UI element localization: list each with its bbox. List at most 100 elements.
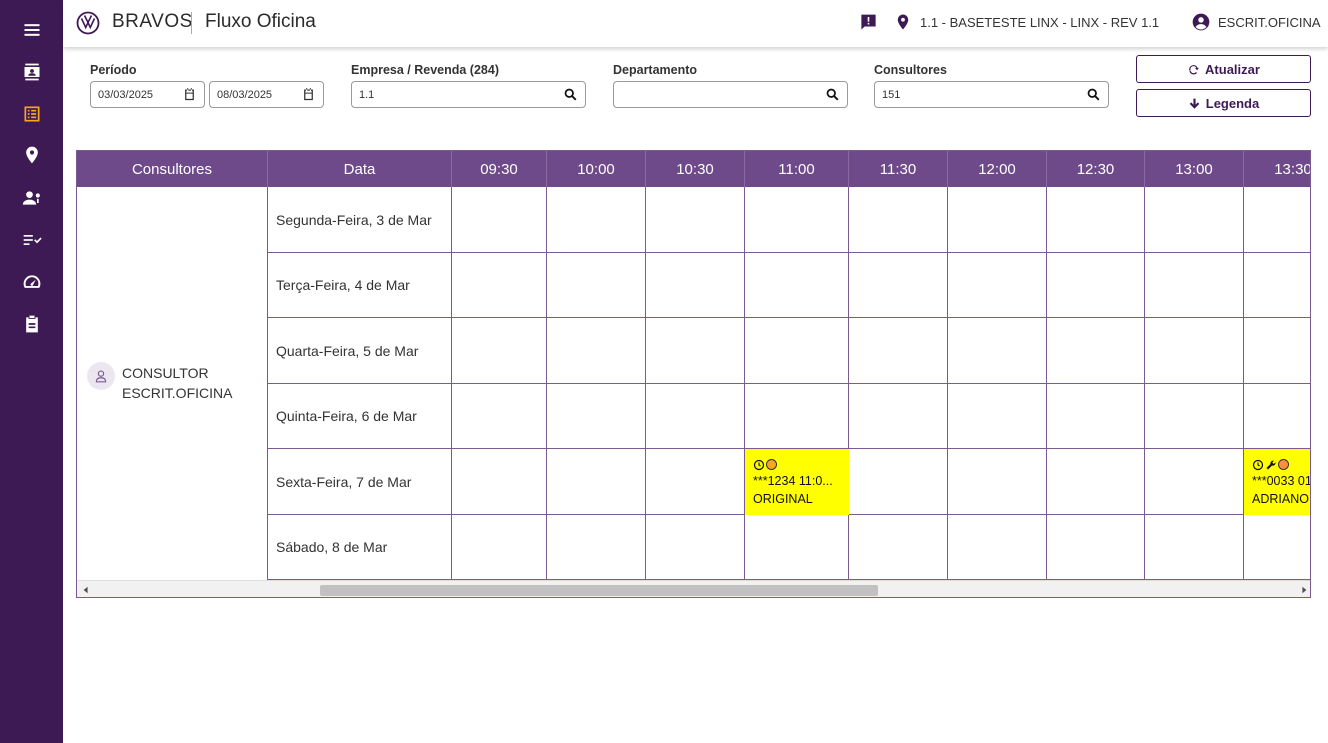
refresh-icon	[1189, 64, 1199, 74]
time-slot-cell[interactable]	[1145, 253, 1244, 318]
appointment-card[interactable]: ***1234 11:0... ORIGINAL	[745, 449, 849, 515]
date-to-field[interactable]: 08/03/2025	[209, 81, 324, 108]
time-slot-cell[interactable]	[849, 187, 948, 253]
scrollbar-thumb[interactable]	[320, 585, 878, 596]
header-time: 13:30	[1244, 151, 1310, 187]
feedback-icon[interactable]	[859, 13, 878, 32]
time-slot-cell[interactable]	[948, 384, 1047, 449]
time-slot-cell[interactable]	[745, 515, 849, 580]
atualizar-button[interactable]: Atualizar	[1136, 55, 1311, 83]
time-slot-cell[interactable]	[948, 449, 1047, 515]
scroll-left-icon[interactable]	[82, 586, 90, 594]
scroll-right-icon[interactable]	[1300, 586, 1308, 594]
time-slot-cell[interactable]	[745, 384, 849, 449]
time-slot-cell[interactable]	[1244, 384, 1310, 449]
time-slot-cell[interactable]	[1047, 384, 1145, 449]
time-slot-cell[interactable]	[547, 318, 646, 384]
time-slot-cell[interactable]	[1145, 318, 1244, 384]
time-slot-cell[interactable]	[547, 515, 646, 580]
consultores-field[interactable]: 151	[874, 81, 1109, 108]
time-slot-cell[interactable]	[547, 253, 646, 318]
horizontal-scrollbar[interactable]	[77, 580, 1310, 597]
header-consultores[interactable]: Consultores	[77, 151, 268, 187]
checklist-icon[interactable]	[20, 228, 44, 252]
time-slot-cell[interactable]	[948, 515, 1047, 580]
search-icon[interactable]	[563, 87, 578, 102]
time-slot-cell[interactable]	[452, 384, 547, 449]
time-slot-cell[interactable]	[849, 318, 948, 384]
time-slot-cell[interactable]	[1047, 187, 1145, 253]
legenda-button[interactable]: Legenda	[1136, 89, 1311, 117]
empresa-label: Empresa / Revenda (284)	[351, 63, 499, 77]
time-slot-cell[interactable]	[745, 318, 849, 384]
time-slot-cell[interactable]	[745, 253, 849, 318]
consultant-name-line1: CONSULTOR	[122, 365, 209, 381]
time-slot-cell[interactable]	[1047, 449, 1145, 515]
time-slot-cell[interactable]	[1244, 187, 1310, 253]
search-icon[interactable]	[825, 87, 840, 102]
appointment-card[interactable]: ***0033 01 ADRIANO	[1244, 449, 1311, 515]
clipboard-icon[interactable]	[20, 312, 44, 336]
time-slot-cell[interactable]	[452, 187, 547, 253]
time-slot-cell[interactable]	[547, 449, 646, 515]
schedule-row: Quinta-Feira, 6 de Mar	[268, 384, 1310, 449]
empresa-field[interactable]: 1.1	[351, 81, 586, 108]
location-text[interactable]: 1.1 - BASETESTE LINX - LINX - REV 1.1	[920, 15, 1159, 30]
time-slot-cell[interactable]	[452, 449, 547, 515]
time-slot-cell[interactable]	[1244, 318, 1310, 384]
calendar-icon[interactable]	[182, 87, 197, 102]
time-slot-cell[interactable]	[452, 253, 547, 318]
time-slot-cell[interactable]	[646, 318, 745, 384]
clock-icon	[753, 459, 765, 470]
contact-card-icon[interactable]	[20, 60, 44, 84]
time-slot-cell[interactable]	[849, 253, 948, 318]
time-slot-cell[interactable]	[948, 253, 1047, 318]
time-slot-cell[interactable]	[646, 384, 745, 449]
speedometer-icon[interactable]	[20, 270, 44, 294]
consultant-name: CONSULTOR ESCRIT.OFICINA	[122, 363, 232, 403]
schedule-row: Segunda-Feira, 3 de Mar	[268, 187, 1310, 253]
grid-header: Consultores Data 09:30 10:00 10:30 11:00…	[77, 151, 1310, 187]
time-slot-cell[interactable]	[646, 253, 745, 318]
time-slot-cell[interactable]	[1244, 253, 1310, 318]
user-name[interactable]: ESCRIT.OFICINA	[1218, 15, 1321, 30]
time-slot-cell[interactable]	[1047, 515, 1145, 580]
time-slot-cell[interactable]	[849, 449, 948, 515]
time-slot-cell[interactable]	[547, 187, 646, 253]
time-slot-cell[interactable]	[849, 384, 948, 449]
time-slot-cell[interactable]	[1047, 253, 1145, 318]
time-slot-cell[interactable]	[1244, 515, 1310, 580]
user-settings-icon[interactable]	[20, 186, 44, 210]
time-slot-cell[interactable]	[452, 318, 547, 384]
time-slot-cell[interactable]	[948, 187, 1047, 253]
map-pin-icon[interactable]	[20, 143, 44, 167]
time-slot-cell[interactable]	[948, 318, 1047, 384]
date-from-field[interactable]: 03/03/2025	[90, 81, 205, 108]
time-slot-cell[interactable]	[452, 515, 547, 580]
appointment-line1: ***0033 01	[1252, 474, 1311, 488]
departamento-field[interactable]	[613, 81, 848, 108]
time-slot-cell[interactable]	[1047, 318, 1145, 384]
appointment-line2: ADRIANO	[1252, 492, 1309, 506]
header-data[interactable]: Data	[268, 151, 452, 187]
consultores-label: Consultores	[874, 63, 947, 77]
periodo-label: Período	[90, 63, 137, 77]
location-icon[interactable]	[894, 12, 912, 32]
search-icon[interactable]	[1086, 87, 1101, 102]
schedule-row: Terça-Feira, 4 de Mar	[268, 253, 1310, 318]
time-slot-cell[interactable]	[646, 449, 745, 515]
time-slot-cell[interactable]	[745, 187, 849, 253]
consultores-value: 151	[882, 89, 901, 101]
time-slot-cell[interactable]	[646, 187, 745, 253]
time-slot-cell[interactable]	[1145, 384, 1244, 449]
time-slot-cell[interactable]	[646, 515, 745, 580]
menu-icon[interactable]	[20, 18, 44, 42]
time-slot-cell[interactable]	[1145, 187, 1244, 253]
time-slot-cell[interactable]	[849, 515, 948, 580]
time-slot-cell[interactable]	[1145, 515, 1244, 580]
time-slot-cell[interactable]	[547, 384, 646, 449]
list-icon[interactable]	[20, 102, 44, 126]
time-slot-cell[interactable]	[1145, 449, 1244, 515]
user-account-icon[interactable]	[1191, 12, 1211, 32]
calendar-icon[interactable]	[301, 87, 316, 102]
